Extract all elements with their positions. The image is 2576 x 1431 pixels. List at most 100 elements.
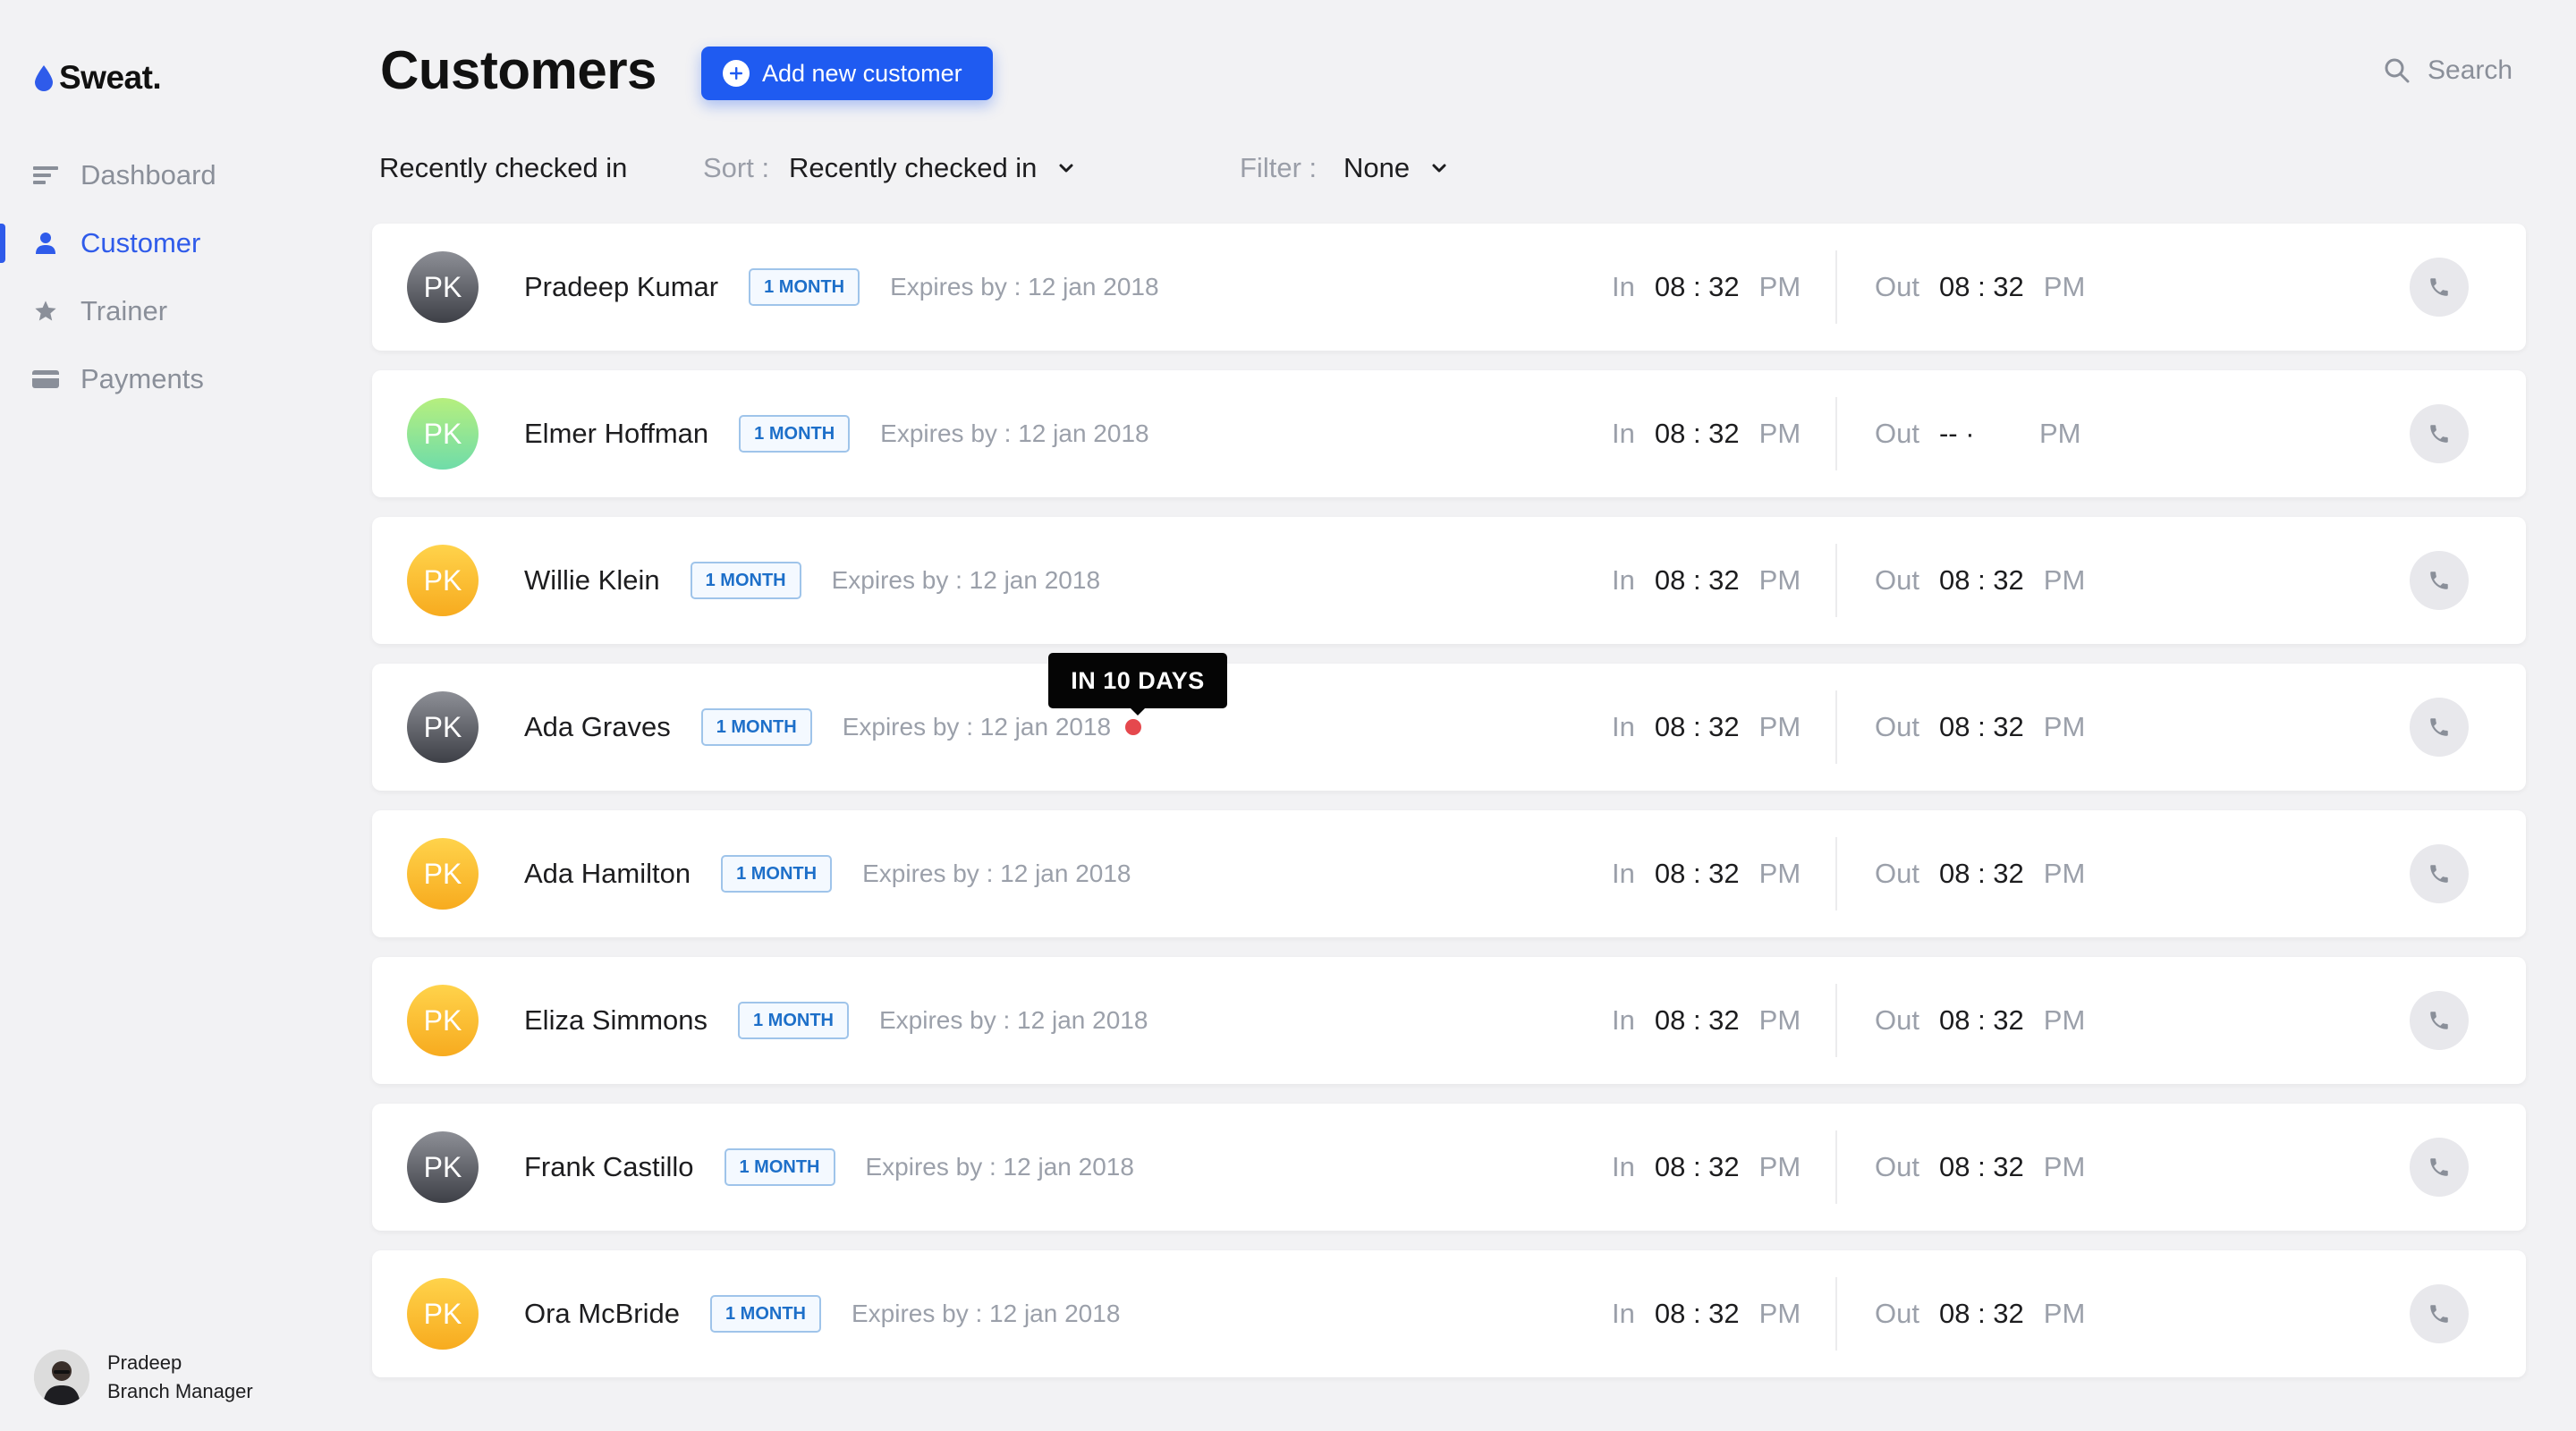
call-button[interactable] bbox=[2410, 698, 2469, 757]
customer-row[interactable]: PK Ora McBride 1 MONTH Expires by : 12 j… bbox=[372, 1250, 2526, 1377]
customer-name[interactable]: Pradeep Kumar bbox=[524, 271, 718, 303]
expiry-alert-dot[interactable] bbox=[1125, 719, 1142, 735]
avatar: PK bbox=[407, 838, 479, 910]
out-ampm: PM bbox=[2043, 858, 2086, 889]
customer-name[interactable]: Willie Klein bbox=[524, 564, 660, 597]
call-button[interactable] bbox=[2410, 991, 2469, 1050]
customer-name[interactable]: Ada Hamilton bbox=[524, 858, 691, 890]
sort-label: Sort : bbox=[703, 152, 770, 183]
out-time-value: 08 : 32 bbox=[1938, 1004, 2024, 1036]
check-out-time: Out 08 : 32 PM bbox=[1875, 1250, 2085, 1377]
customer-row[interactable]: PK Ada Hamilton 1 MONTH Expires by : 12 … bbox=[372, 810, 2526, 937]
call-button[interactable] bbox=[2410, 404, 2469, 463]
add-customer-label: Add new customer bbox=[762, 59, 962, 87]
out-label: Out bbox=[1875, 271, 1919, 302]
avatar: PK bbox=[407, 545, 479, 616]
customer-info: Pradeep Kumar 1 MONTH Expires by : 12 ja… bbox=[524, 224, 1159, 351]
expiry-tooltip: IN 10 DAYS bbox=[1048, 653, 1227, 716]
call-button[interactable] bbox=[2410, 551, 2469, 610]
current-user[interactable]: Pradeep Branch Manager bbox=[34, 1349, 253, 1406]
check-in-time: In 08 : 32 PM bbox=[1612, 664, 1801, 791]
in-time-value: 08 : 32 bbox=[1654, 418, 1740, 449]
view-title: Recently checked in bbox=[379, 152, 628, 183]
user-name: Pradeep bbox=[107, 1351, 182, 1374]
expiry-text: Expires by : 12 jan 2018 bbox=[842, 713, 1112, 741]
check-out-time: Out 08 : 32 PM bbox=[1875, 517, 2085, 644]
out-ampm: PM bbox=[2043, 1298, 2086, 1329]
customer-row[interactable]: PK Ada Graves 1 MONTH Expires by : 12 ja… bbox=[372, 664, 2526, 791]
in-ampm: PM bbox=[1758, 271, 1801, 302]
avatar: PK bbox=[407, 985, 479, 1056]
in-ampm: PM bbox=[1758, 1004, 1801, 1036]
customer-row[interactable]: PK Elmer Hoffman 1 MONTH Expires by : 12… bbox=[372, 370, 2526, 497]
out-ampm: PM bbox=[2043, 1004, 2086, 1036]
divider bbox=[1835, 690, 1837, 764]
in-time-value: 08 : 32 bbox=[1654, 1298, 1740, 1329]
user-role: Branch Manager bbox=[107, 1380, 253, 1402]
check-out-time: Out -- · PM bbox=[1875, 370, 2080, 497]
divider bbox=[1835, 250, 1837, 324]
in-time-value: 08 : 32 bbox=[1654, 271, 1740, 302]
call-button[interactable] bbox=[2410, 258, 2469, 317]
out-time-value: 08 : 32 bbox=[1938, 271, 2024, 302]
customer-name[interactable]: Frank Castillo bbox=[524, 1151, 694, 1183]
call-button[interactable] bbox=[2410, 1138, 2469, 1197]
sidebar-item-trainer[interactable]: Trainer bbox=[0, 277, 358, 345]
plan-badge: 1 MONTH bbox=[700, 708, 812, 746]
sort-dropdown[interactable]: Recently checked in bbox=[789, 148, 1076, 188]
avatar-initials: PK bbox=[423, 857, 462, 890]
avatar-initials: PK bbox=[423, 1297, 462, 1330]
customer-row[interactable]: PK Willie Klein 1 MONTH Expires by : 12 … bbox=[372, 517, 2526, 644]
drop-icon bbox=[35, 65, 53, 91]
out-ampm: PM bbox=[2043, 271, 2086, 302]
call-button[interactable] bbox=[2410, 844, 2469, 903]
customer-info: Frank Castillo 1 MONTH Expires by : 12 j… bbox=[524, 1104, 1134, 1231]
check-in-time: In 08 : 32 PM bbox=[1612, 957, 1801, 1084]
customer-row[interactable]: PK Eliza Simmons 1 MONTH Expires by : 12… bbox=[372, 957, 2526, 1084]
out-time-value: -- · bbox=[1938, 418, 1975, 449]
customer-info: Ada Hamilton 1 MONTH Expires by : 12 jan… bbox=[524, 810, 1131, 937]
brand-name: Sweat. bbox=[59, 59, 162, 96]
customer-info: Ora McBride 1 MONTH Expires by : 12 jan … bbox=[524, 1250, 1120, 1377]
check-out-time: Out 08 : 32 PM bbox=[1875, 1104, 2085, 1231]
phone-icon bbox=[2430, 865, 2448, 883]
call-button[interactable] bbox=[2410, 1284, 2469, 1343]
out-label: Out bbox=[1875, 564, 1919, 596]
customer-info: Eliza Simmons 1 MONTH Expires by : 12 ja… bbox=[524, 957, 1148, 1084]
customer-row[interactable]: PK Frank Castillo 1 MONTH Expires by : 1… bbox=[372, 1104, 2526, 1231]
brand-logo[interactable]: Sweat. bbox=[32, 59, 162, 97]
check-in-time: In 08 : 32 PM bbox=[1612, 517, 1801, 644]
customer-list: PK Pradeep Kumar 1 MONTH Expires by : 12… bbox=[372, 224, 2526, 1397]
in-label: In bbox=[1612, 1004, 1635, 1036]
customer-name[interactable]: Eliza Simmons bbox=[524, 1004, 708, 1037]
phone-icon bbox=[2430, 718, 2448, 736]
out-label: Out bbox=[1875, 1298, 1919, 1329]
check-in-time: In 08 : 32 PM bbox=[1612, 810, 1801, 937]
avatar-initials: PK bbox=[423, 270, 462, 303]
customer-row[interactable]: PK Pradeep Kumar 1 MONTH Expires by : 12… bbox=[372, 224, 2526, 351]
in-time-value: 08 : 32 bbox=[1654, 711, 1740, 742]
customer-name[interactable]: Ora McBride bbox=[524, 1298, 680, 1330]
out-ampm: PM bbox=[2043, 564, 2086, 596]
customer-name[interactable]: Ada Graves bbox=[524, 711, 671, 743]
filter-label: Filter : bbox=[1240, 152, 1318, 183]
in-ampm: PM bbox=[1758, 858, 1801, 889]
avatar-initials: PK bbox=[423, 417, 462, 450]
avatar: PK bbox=[407, 1278, 479, 1350]
add-customer-button[interactable]: Add new customer bbox=[701, 47, 993, 100]
sidebar: Sweat. Dashboard Customer Trainer Paymen… bbox=[0, 0, 358, 1431]
customer-name[interactable]: Elmer Hoffman bbox=[524, 418, 708, 450]
filter-dropdown[interactable]: None bbox=[1343, 148, 1449, 188]
avatar-initials: PK bbox=[423, 1150, 462, 1183]
check-in-time: In 08 : 32 PM bbox=[1612, 224, 1801, 351]
page-title: Customers bbox=[380, 40, 657, 100]
sidebar-item-payments[interactable]: Payments bbox=[0, 345, 358, 413]
avatar bbox=[34, 1350, 89, 1405]
check-out-time: Out 08 : 32 PM bbox=[1875, 810, 2085, 937]
in-label: In bbox=[1612, 564, 1635, 596]
sidebar-item-customer[interactable]: Customer bbox=[0, 209, 358, 277]
search-button[interactable]: Search bbox=[2383, 55, 2512, 86]
user-info: Pradeep Branch Manager bbox=[107, 1349, 253, 1406]
expiry-text: Expires by : 12 jan 2018 bbox=[862, 859, 1131, 887]
divider bbox=[1835, 397, 1837, 470]
